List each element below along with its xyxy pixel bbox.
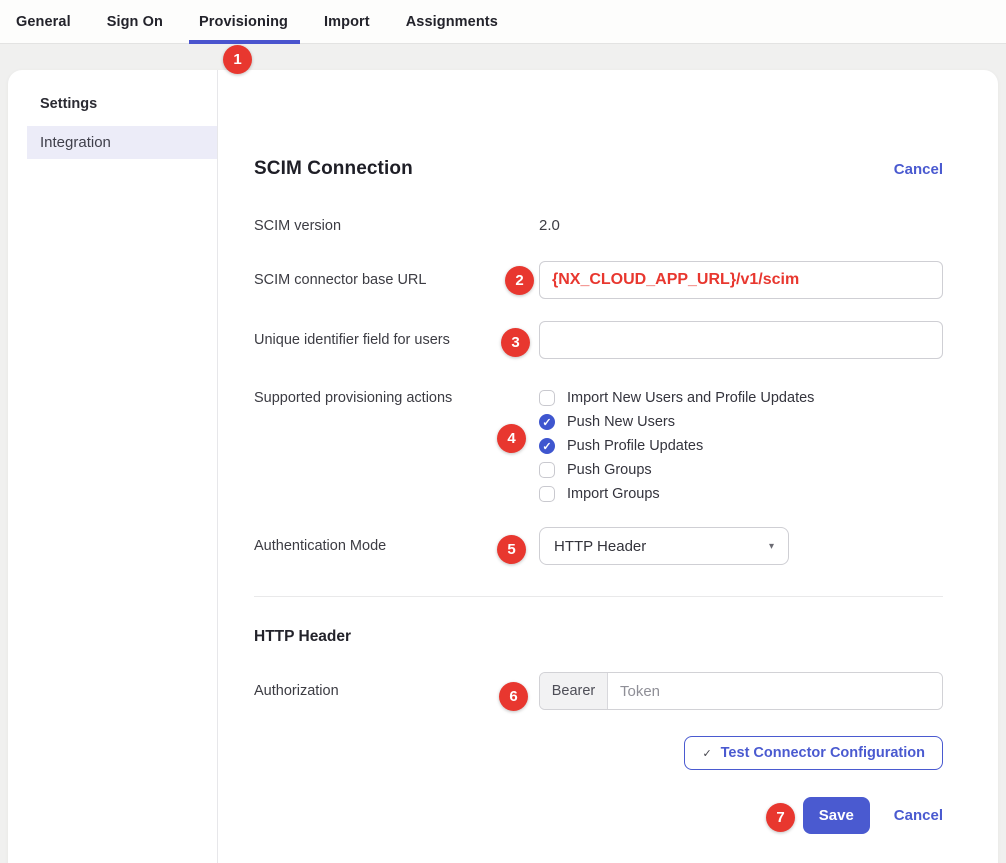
selected-option: HTTP Header: [554, 538, 646, 555]
base-url-input[interactable]: [539, 261, 943, 299]
checkbox-push-profile-updates[interactable]: Push Profile Updates: [539, 434, 943, 458]
checkbox-icon[interactable]: [539, 438, 555, 454]
base-url-label: SCIM connector base URL: [254, 272, 539, 288]
checkbox-push-groups[interactable]: Push Groups: [539, 458, 943, 482]
checkbox-icon[interactable]: [539, 414, 555, 430]
tab-label: Provisioning: [199, 14, 288, 30]
step-badge-6: 6: [499, 682, 528, 711]
check-icon: ✓: [702, 747, 711, 760]
checkbox-label: Import Groups: [567, 486, 660, 502]
checkbox-icon[interactable]: [539, 462, 555, 478]
sidebar-heading: Settings: [40, 96, 217, 112]
step-badge-2: 2: [505, 266, 534, 295]
checkbox-label: Push Profile Updates: [567, 438, 703, 454]
checkbox-label: Push New Users: [567, 414, 675, 430]
token-input[interactable]: [608, 673, 942, 709]
tab-sign-on[interactable]: Sign On: [107, 0, 163, 43]
active-tab-underline: [189, 40, 300, 44]
sidebar-item-integration[interactable]: Integration: [27, 126, 217, 159]
checkbox-icon[interactable]: [539, 390, 555, 406]
scim-version-label: SCIM version: [254, 218, 539, 234]
provisioning-card: Settings Integration SCIM Connection Can…: [8, 70, 998, 863]
app-tab-bar: General Sign On Provisioning Import Assi…: [0, 0, 1006, 44]
scim-connection-form: SCIM Connection Cancel SCIM version 2.0 …: [218, 70, 998, 863]
provisioning-actions-group: Import New Users and Profile Updates Pus…: [539, 386, 943, 506]
tab-assignments[interactable]: Assignments: [406, 0, 498, 43]
settings-sidebar: Settings Integration: [8, 70, 218, 863]
authorization-label: Authorization: [254, 683, 539, 699]
tab-label: Import: [324, 14, 370, 30]
save-button[interactable]: Save: [803, 797, 870, 834]
test-connector-label: Test Connector Configuration: [721, 745, 925, 761]
step-badge-1: 1: [223, 45, 252, 74]
checkbox-import-groups[interactable]: Import Groups: [539, 482, 943, 506]
chevron-down-icon: ▾: [769, 541, 774, 552]
tab-label: Assignments: [406, 14, 498, 30]
cancel-link-bottom[interactable]: Cancel: [894, 807, 943, 824]
checkbox-icon[interactable]: [539, 486, 555, 502]
provisioning-settings-page: General Sign On Provisioning Import Assi…: [0, 0, 1006, 863]
tab-import[interactable]: Import: [324, 0, 370, 43]
http-header-heading: HTTP Header: [254, 628, 943, 646]
step-badge-5: 5: [497, 535, 526, 564]
tab-label: General: [16, 14, 71, 30]
tab-label: Sign On: [107, 14, 163, 30]
tab-general[interactable]: General: [16, 0, 71, 43]
scim-version-value: 2.0: [539, 217, 560, 234]
checkbox-label: Push Groups: [567, 462, 652, 478]
unique-id-input[interactable]: [539, 321, 943, 359]
step-badge-3: 3: [501, 328, 530, 357]
tab-provisioning[interactable]: Provisioning: [199, 0, 288, 43]
cancel-link-top[interactable]: Cancel: [894, 161, 943, 178]
checkbox-push-new-users[interactable]: Push New Users: [539, 410, 943, 434]
sidebar-item-label: Integration: [40, 134, 111, 151]
test-connector-button[interactable]: ✓ Test Connector Configuration: [684, 736, 943, 770]
provisioning-actions-label: Supported provisioning actions: [254, 386, 539, 410]
checkbox-import-new-users[interactable]: Import New Users and Profile Updates: [539, 386, 943, 410]
authorization-input-group: Bearer: [539, 672, 943, 710]
bearer-prefix: Bearer: [540, 673, 608, 709]
step-badge-7: 7: [766, 803, 795, 832]
authentication-mode-select[interactable]: HTTP Header ▾: [539, 527, 789, 565]
section-divider: [254, 596, 943, 597]
page-title: SCIM Connection: [254, 158, 413, 180]
checkbox-label: Import New Users and Profile Updates: [567, 390, 814, 406]
unique-id-label: Unique identifier field for users: [254, 332, 539, 348]
step-badge-4: 4: [497, 424, 526, 453]
